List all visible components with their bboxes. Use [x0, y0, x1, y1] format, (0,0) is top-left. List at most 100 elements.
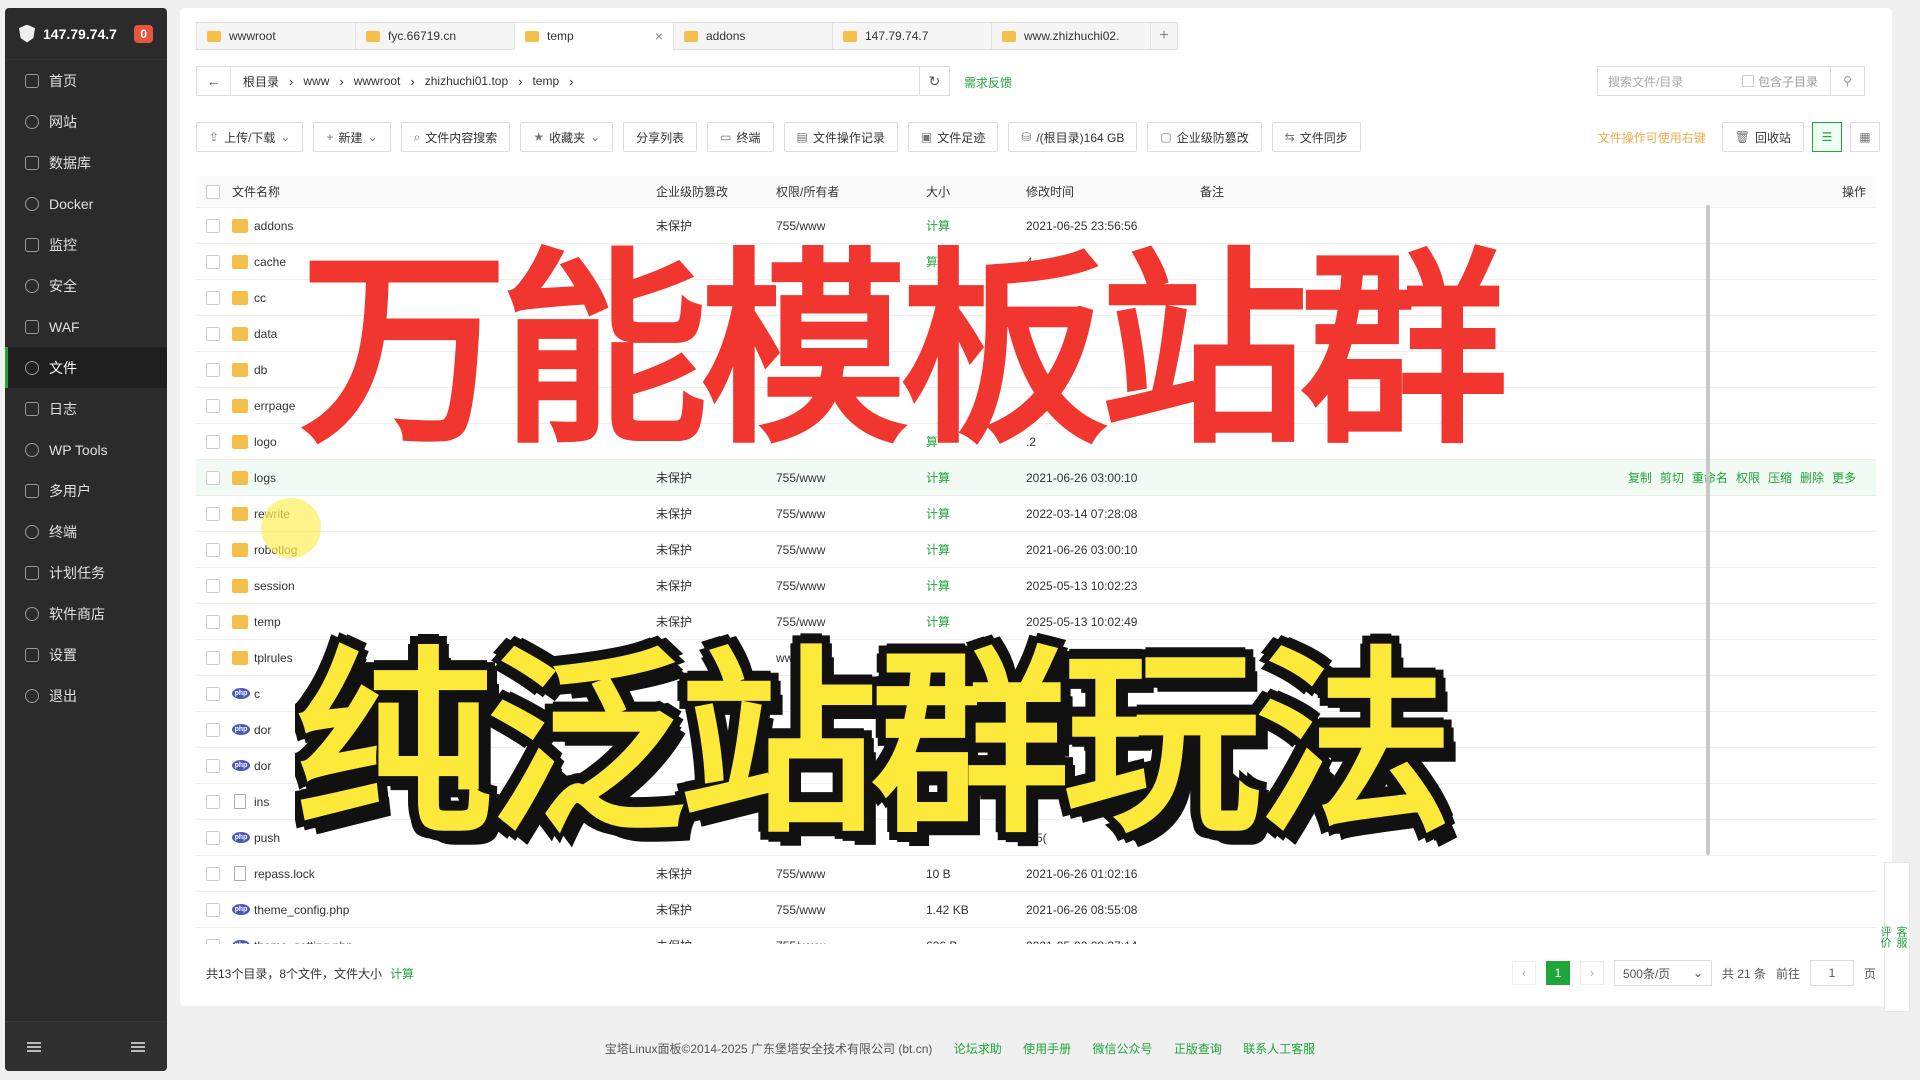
- footer-link[interactable]: 微信公众号: [1092, 1042, 1152, 1056]
- table-row[interactable]: php theme_config.php 未保护 755/www 1.42 KB 2021…: [196, 892, 1876, 928]
- per-page-select[interactable]: 500条/页 ⌄: [1613, 960, 1712, 986]
- address-bar[interactable]: ← 根目录 › www › wwwroot › zhizhuchi01.top › temp ›: [196, 66, 920, 96]
- file-size[interactable]: 计算: [926, 505, 950, 522]
- refresh-icon[interactable]: ↻: [920, 66, 950, 96]
- row-checkbox[interactable]: [206, 902, 220, 917]
- back-arrow-icon[interactable]: ←: [197, 67, 231, 95]
- table-row[interactable]: php theme_setting.php 未保护 755/www 626 B 2021-…: [196, 928, 1876, 944]
- path-tab[interactable]: addons: [673, 22, 833, 50]
- checkbox-icon[interactable]: [1741, 75, 1754, 87]
- toolbar-button[interactable]: ▭ 终端: [707, 122, 774, 152]
- toolbar-button[interactable]: ⇆ 文件同步: [1271, 122, 1361, 152]
- row-action-link[interactable]: 剪切: [1660, 469, 1684, 486]
- permission[interactable]: 755/www: [776, 615, 825, 629]
- row-checkbox[interactable]: [206, 578, 220, 593]
- sidebar-item[interactable]: 设置: [5, 634, 167, 675]
- sidebar-item[interactable]: 首页: [5, 60, 167, 101]
- footer-link[interactable]: 正版查询: [1174, 1042, 1222, 1056]
- permission[interactable]: 755/www: [776, 867, 825, 881]
- row-action-link[interactable]: 复制: [1628, 469, 1652, 486]
- row-checkbox[interactable]: [206, 218, 220, 233]
- file-name[interactable]: cc: [254, 291, 266, 305]
- row-checkbox[interactable]: [206, 254, 220, 269]
- sidebar-item[interactable]: 监控: [5, 224, 167, 265]
- file-size[interactable]: 计算: [926, 577, 950, 594]
- add-tab-icon[interactable]: +: [1150, 22, 1178, 50]
- path-tab[interactable]: 147.79.74.7: [832, 22, 992, 50]
- row-checkbox[interactable]: [206, 614, 220, 629]
- header-size[interactable]: 大小: [926, 183, 950, 200]
- table-row[interactable]: robotlog未保护755/www计算2021-06-26 03:00:10: [196, 532, 1876, 568]
- row-checkbox[interactable]: [206, 794, 220, 809]
- goto-input[interactable]: 1: [1809, 960, 1854, 986]
- permission[interactable]: 755/www: [776, 939, 825, 945]
- header-mtime[interactable]: 修改时间: [1026, 183, 1074, 200]
- row-checkbox[interactable]: [206, 434, 220, 449]
- footer-link[interactable]: 联系人工客服: [1243, 1042, 1315, 1056]
- sidebar-item[interactable]: Docker: [5, 183, 167, 224]
- footer-link[interactable]: 论坛求助: [954, 1042, 1002, 1056]
- scrollbar[interactable]: [1706, 205, 1710, 855]
- file-name[interactable]: db: [254, 363, 267, 377]
- row-checkbox[interactable]: [206, 542, 220, 557]
- toolbar-button[interactable]: ▤ 文件操作记录: [783, 122, 898, 152]
- recycle-bin-button[interactable]: 🗑 回收站: [1721, 122, 1804, 152]
- table-row[interactable]: rewrite未保护755/www计算2022-03-14 07:28:08: [196, 496, 1876, 532]
- file-name[interactable]: temp: [254, 615, 281, 629]
- row-action-link[interactable]: 删除: [1800, 469, 1824, 486]
- feedback-link[interactable]: 需求反馈: [964, 74, 1012, 91]
- row-action-link[interactable]: 权限: [1736, 469, 1760, 486]
- file-name[interactable]: tplrules: [254, 651, 293, 665]
- permission[interactable]: 755/www: [776, 543, 825, 557]
- file-name[interactable]: logs: [254, 471, 276, 485]
- breadcrumb-item[interactable]: www: [303, 74, 329, 88]
- toolbar-button[interactable]: ⛁ /(根目录)164 GB: [1008, 122, 1138, 152]
- file-size[interactable]: 计算: [926, 541, 950, 558]
- next-page-icon[interactable]: ›: [1579, 961, 1604, 985]
- sidebar-item[interactable]: 文件: [5, 347, 167, 388]
- row-checkbox[interactable]: [206, 290, 220, 305]
- list-view-icon[interactable]: ☰: [1812, 122, 1842, 152]
- select-all-checkbox[interactable]: [206, 184, 220, 199]
- row-checkbox[interactable]: [206, 866, 220, 881]
- toolbar-button[interactable]: ★ 收藏夹 ⌄: [520, 122, 614, 152]
- file-name[interactable]: data: [254, 327, 277, 341]
- breadcrumb-item[interactable]: wwwroot: [354, 74, 401, 88]
- permission[interactable]: 755/www: [776, 507, 825, 521]
- permission[interactable]: 755/www: [776, 471, 825, 485]
- toolbar-button[interactable]: + 新建 ⌄: [313, 122, 391, 152]
- row-checkbox[interactable]: [206, 830, 220, 845]
- table-row[interactable]: session 未保护 755/www 计算 2025-05-13 10:02:23: [196, 568, 1876, 604]
- row-action-link[interactable]: 压缩: [1768, 469, 1792, 486]
- search-input[interactable]: 搜索文件/目录: [1608, 73, 1683, 90]
- toolbar-button[interactable]: ⇪ 上传/下载 ⌄: [196, 122, 304, 152]
- file-name[interactable]: theme_setting.php: [254, 939, 353, 945]
- path-tab[interactable]: temp ×: [514, 22, 674, 50]
- file-name[interactable]: c: [254, 687, 260, 701]
- sidebar-item[interactable]: 安全: [5, 265, 167, 306]
- permission[interactable]: 755/www: [776, 579, 825, 593]
- row-checkbox[interactable]: [206, 362, 220, 377]
- row-checkbox[interactable]: [206, 650, 220, 665]
- toolbar-button[interactable]: ▢ 企业级防篡改: [1147, 122, 1262, 152]
- breadcrumb-item[interactable]: temp: [532, 74, 559, 88]
- file-size[interactable]: 计算: [926, 217, 950, 234]
- path-tab[interactable]: www.zhizhuchi02.: [991, 22, 1151, 50]
- sidebar-item[interactable]: 日志: [5, 388, 167, 429]
- file-name[interactable]: dor: [254, 759, 271, 773]
- search-icon[interactable]: ⚲: [1830, 67, 1864, 95]
- toolbar-button[interactable]: ▣ 文件足迹: [907, 122, 999, 152]
- file-name[interactable]: cache: [254, 255, 286, 269]
- row-checkbox[interactable]: [206, 470, 220, 485]
- sidebar-item[interactable]: 终端: [5, 511, 167, 552]
- sidebar-item[interactable]: 网站: [5, 101, 167, 142]
- permission[interactable]: 755/www: [776, 903, 825, 917]
- file-name[interactable]: ins: [254, 795, 269, 809]
- row-checkbox[interactable]: [206, 506, 220, 521]
- include-subdir-checkbox[interactable]: 包含子目录: [1741, 73, 1830, 90]
- sidebar-item[interactable]: 退出: [5, 675, 167, 716]
- sidebar-item[interactable]: WAF: [5, 306, 167, 347]
- permission[interactable]: 755/www: [776, 219, 825, 233]
- path-tab[interactable]: wwwroot: [196, 22, 356, 50]
- breadcrumb-item[interactable]: 根目录: [243, 73, 279, 90]
